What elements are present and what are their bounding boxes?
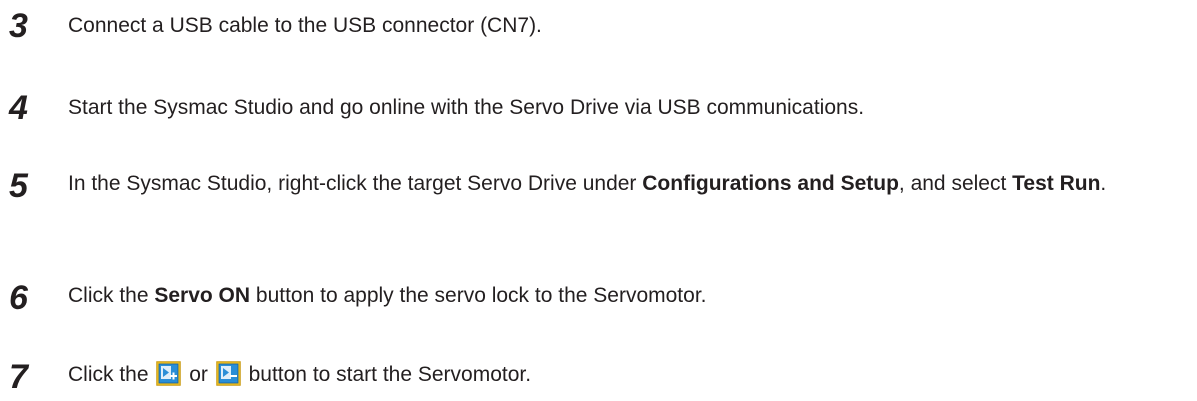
step-text-part: In the Sysmac Studio, right-click the ta… [68, 172, 643, 195]
step-text-part: Click the [68, 284, 155, 307]
step-text-part: button to start the Servomotor. [248, 363, 532, 386]
step-text-part: button to apply the servo lock to the Se… [250, 284, 707, 307]
step-text: Click the or button to start the Servomo… [68, 359, 1188, 390]
step-number: 7 [9, 358, 28, 396]
step-text-part: , and select [898, 172, 1013, 195]
jog-forward-icon [156, 361, 182, 386]
step-text: Start the Sysmac Studio and go online wi… [68, 96, 865, 119]
step-number: 6 [9, 279, 28, 317]
bold-term-configurations: Configurations and Setup [642, 172, 899, 195]
step-text: In the Sysmac Studio, right-click the ta… [68, 168, 1188, 199]
step-number: 5 [9, 167, 28, 205]
jog-reverse-icon [216, 361, 241, 386]
step-text-part: . [1100, 172, 1107, 195]
step-text: Click the Servo ON button to apply the s… [68, 280, 1188, 311]
bold-term-servo-on: Servo ON [154, 284, 251, 307]
step-text: Connect a USB cable to the USB connector… [68, 14, 542, 37]
step-number: 4 [9, 89, 28, 127]
bold-term-test-run: Test Run [1012, 172, 1101, 195]
step-text-part: Click the [68, 363, 149, 386]
step-number: 3 [9, 7, 28, 45]
step-text-part: or [189, 363, 208, 386]
